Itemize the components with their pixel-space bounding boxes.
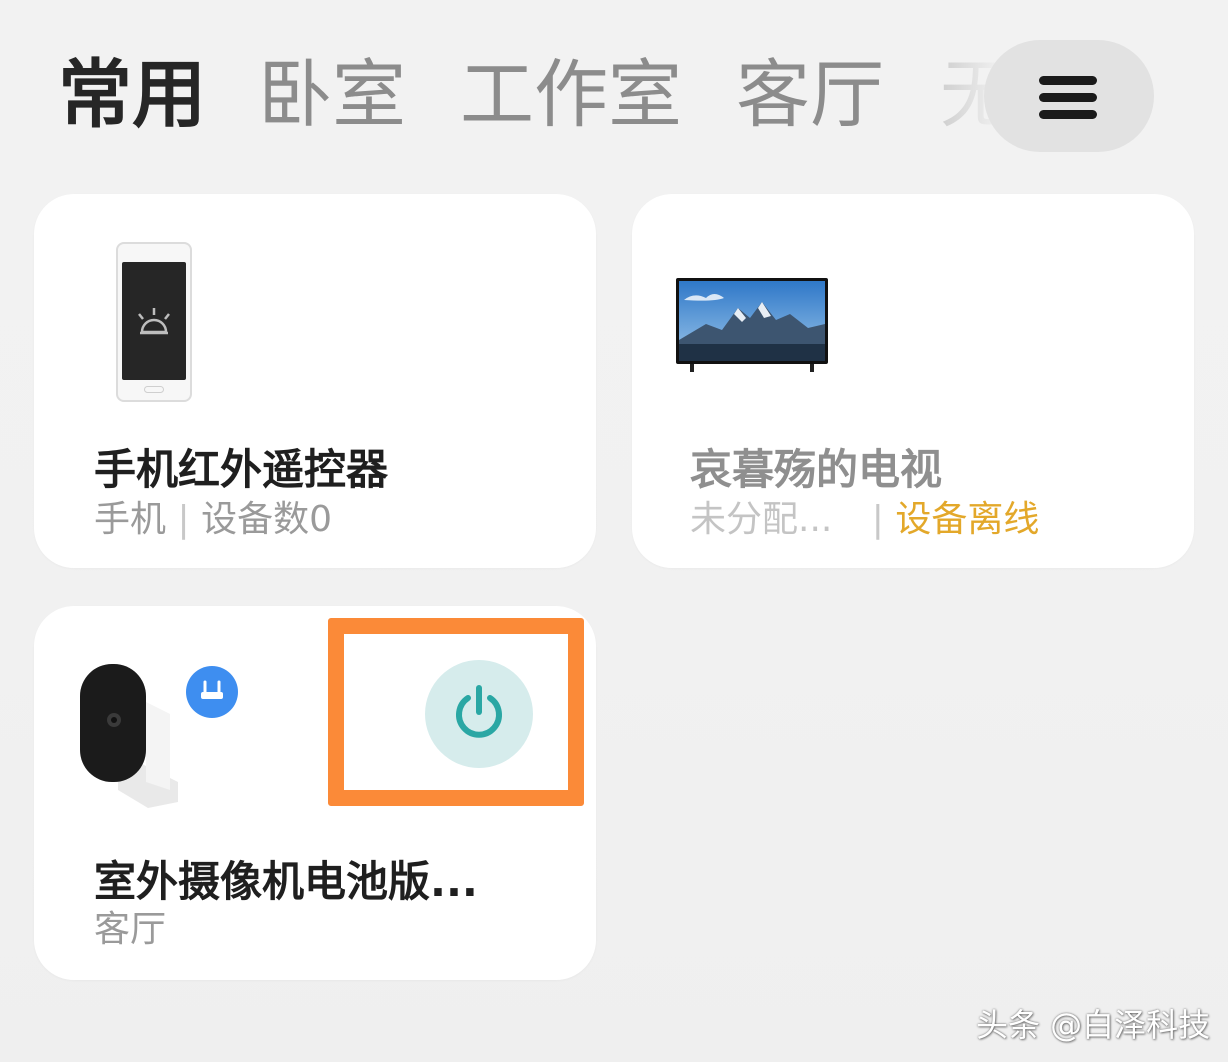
camera-icon bbox=[78, 662, 188, 812]
power-button[interactable] bbox=[425, 660, 533, 768]
tab-common[interactable]: 常用 bbox=[58, 58, 206, 132]
status-offline: 设备离线 bbox=[895, 499, 1040, 540]
device-count: 设备数0 bbox=[201, 499, 332, 540]
device-info: 手机 | 设备数0 bbox=[94, 490, 332, 542]
device-card-camera[interactable]: 室外摄像机电池版... 客厅 bbox=[34, 606, 596, 980]
device-card-tv[interactable]: 哀暮殇的电视 未分配... | 设备离线 bbox=[632, 194, 1194, 568]
device-room: 客厅 bbox=[94, 909, 167, 950]
device-name: 手机红外遥控器 bbox=[94, 445, 389, 494]
router-icon bbox=[186, 666, 238, 718]
device-room: 手机 bbox=[94, 499, 167, 540]
device-info: 未分配... | 设备离线 bbox=[690, 490, 1039, 542]
device-name: 哀暮殇的电视 bbox=[690, 445, 943, 494]
separator: | bbox=[177, 499, 190, 540]
tab-studio[interactable]: 工作室 bbox=[460, 58, 682, 132]
menu-button[interactable] bbox=[984, 40, 1154, 152]
tv-icon bbox=[676, 278, 828, 374]
device-room: 未分配... bbox=[690, 499, 833, 540]
device-card-phone-remote[interactable]: 手机红外遥控器 手机 | 设备数0 bbox=[34, 194, 596, 568]
tab-living-room[interactable]: 客厅 bbox=[736, 58, 884, 132]
separator: | bbox=[871, 499, 884, 540]
room-tabs: 常用 卧室 工作室 客厅 无 bbox=[0, 40, 1228, 160]
tab-bedroom[interactable]: 卧室 bbox=[258, 58, 406, 132]
hamburger-menu-icon bbox=[1039, 76, 1097, 119]
watermark: 头条 @白泽科技 bbox=[976, 1006, 1211, 1044]
power-icon bbox=[456, 685, 502, 738]
phone-icon bbox=[116, 242, 192, 402]
device-home-screen: 常用 卧室 工作室 客厅 无 手机红外遥控器 bbox=[0, 0, 1228, 1062]
